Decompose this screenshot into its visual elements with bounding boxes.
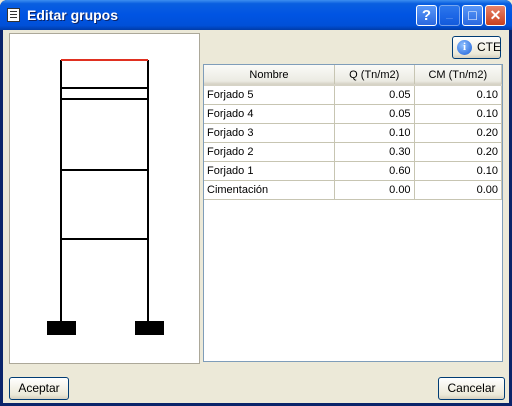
table-row[interactable]: Forjado 1 0.60 0.10 [204,161,502,181]
accept-button[interactable]: Aceptar [9,377,69,400]
cell-cm[interactable]: 0.10 [414,104,502,124]
close-button[interactable]: ✕ [485,5,506,26]
groups-table: Nombre Q (Tn/m2) CM (Tn/m2) Forjado 5 0.… [204,65,502,200]
window-title: Editar grupos [27,7,119,23]
cell-cm[interactable]: 0.00 [414,180,502,200]
cell-cm[interactable]: 0.20 [414,123,502,143]
cell-q[interactable]: 0.30 [334,142,415,162]
cell-q[interactable]: 0.60 [334,161,415,181]
column-header-cm[interactable]: CM (Tn/m2) [414,65,502,86]
dialog-window: Editar grupos ? _ □ ✕ i CTE Nombre Q (Tn… [0,0,512,406]
groups-pane: i CTE Nombre Q (Tn/m2) CM (Tn/m2) Forjad [200,33,505,364]
column-header-q[interactable]: Q (Tn/m2) [334,65,415,86]
cell-cm[interactable]: 0.10 [414,161,502,181]
dialog-body: i CTE Nombre Q (Tn/m2) CM (Tn/m2) Forjad [3,30,509,403]
title-bar[interactable]: Editar grupos ? _ □ ✕ [0,0,512,30]
cancel-button[interactable]: Cancelar [438,377,505,400]
help-button[interactable]: ? [416,5,437,26]
cell-name[interactable]: Forjado 2 [204,142,335,162]
left-footing[interactable] [47,321,76,335]
cell-q[interactable]: 0.10 [334,123,415,143]
window-grid-icon [7,8,20,22]
column-header-name[interactable]: Nombre [204,65,335,86]
cell-name[interactable]: Forjado 5 [204,85,335,105]
frame-drawing-panel [9,33,200,364]
cell-name[interactable]: Forjado 4 [204,104,335,124]
maximize-button[interactable]: □ [462,5,483,26]
table-row[interactable]: Forjado 5 0.05 0.10 [204,85,502,105]
cell-cm[interactable]: 0.10 [414,85,502,105]
info-icon: i [457,40,472,55]
building-frame-diagram [47,59,164,335]
cell-q[interactable]: 0.00 [334,180,415,200]
cell-q[interactable]: 0.05 [334,104,415,124]
cell-name[interactable]: Cimentación [204,180,335,200]
cte-button-label: CTE [477,40,501,54]
cell-name[interactable]: Forjado 3 [204,123,335,143]
table-row[interactable]: Forjado 3 0.10 0.20 [204,123,502,143]
table-row[interactable]: Forjado 4 0.05 0.10 [204,104,502,124]
cell-q[interactable]: 0.05 [334,85,415,105]
table-row[interactable]: Cimentación 0.00 0.00 [204,180,502,200]
minimize-button[interactable]: _ [439,5,460,26]
cte-button[interactable]: i CTE [452,36,501,59]
table-row[interactable]: Forjado 2 0.30 0.20 [204,142,502,162]
groups-table-panel[interactable]: Nombre Q (Tn/m2) CM (Tn/m2) Forjado 5 0.… [203,64,503,362]
cell-cm[interactable]: 0.20 [414,142,502,162]
right-footing[interactable] [135,321,164,335]
cell-name[interactable]: Forjado 1 [204,161,335,181]
